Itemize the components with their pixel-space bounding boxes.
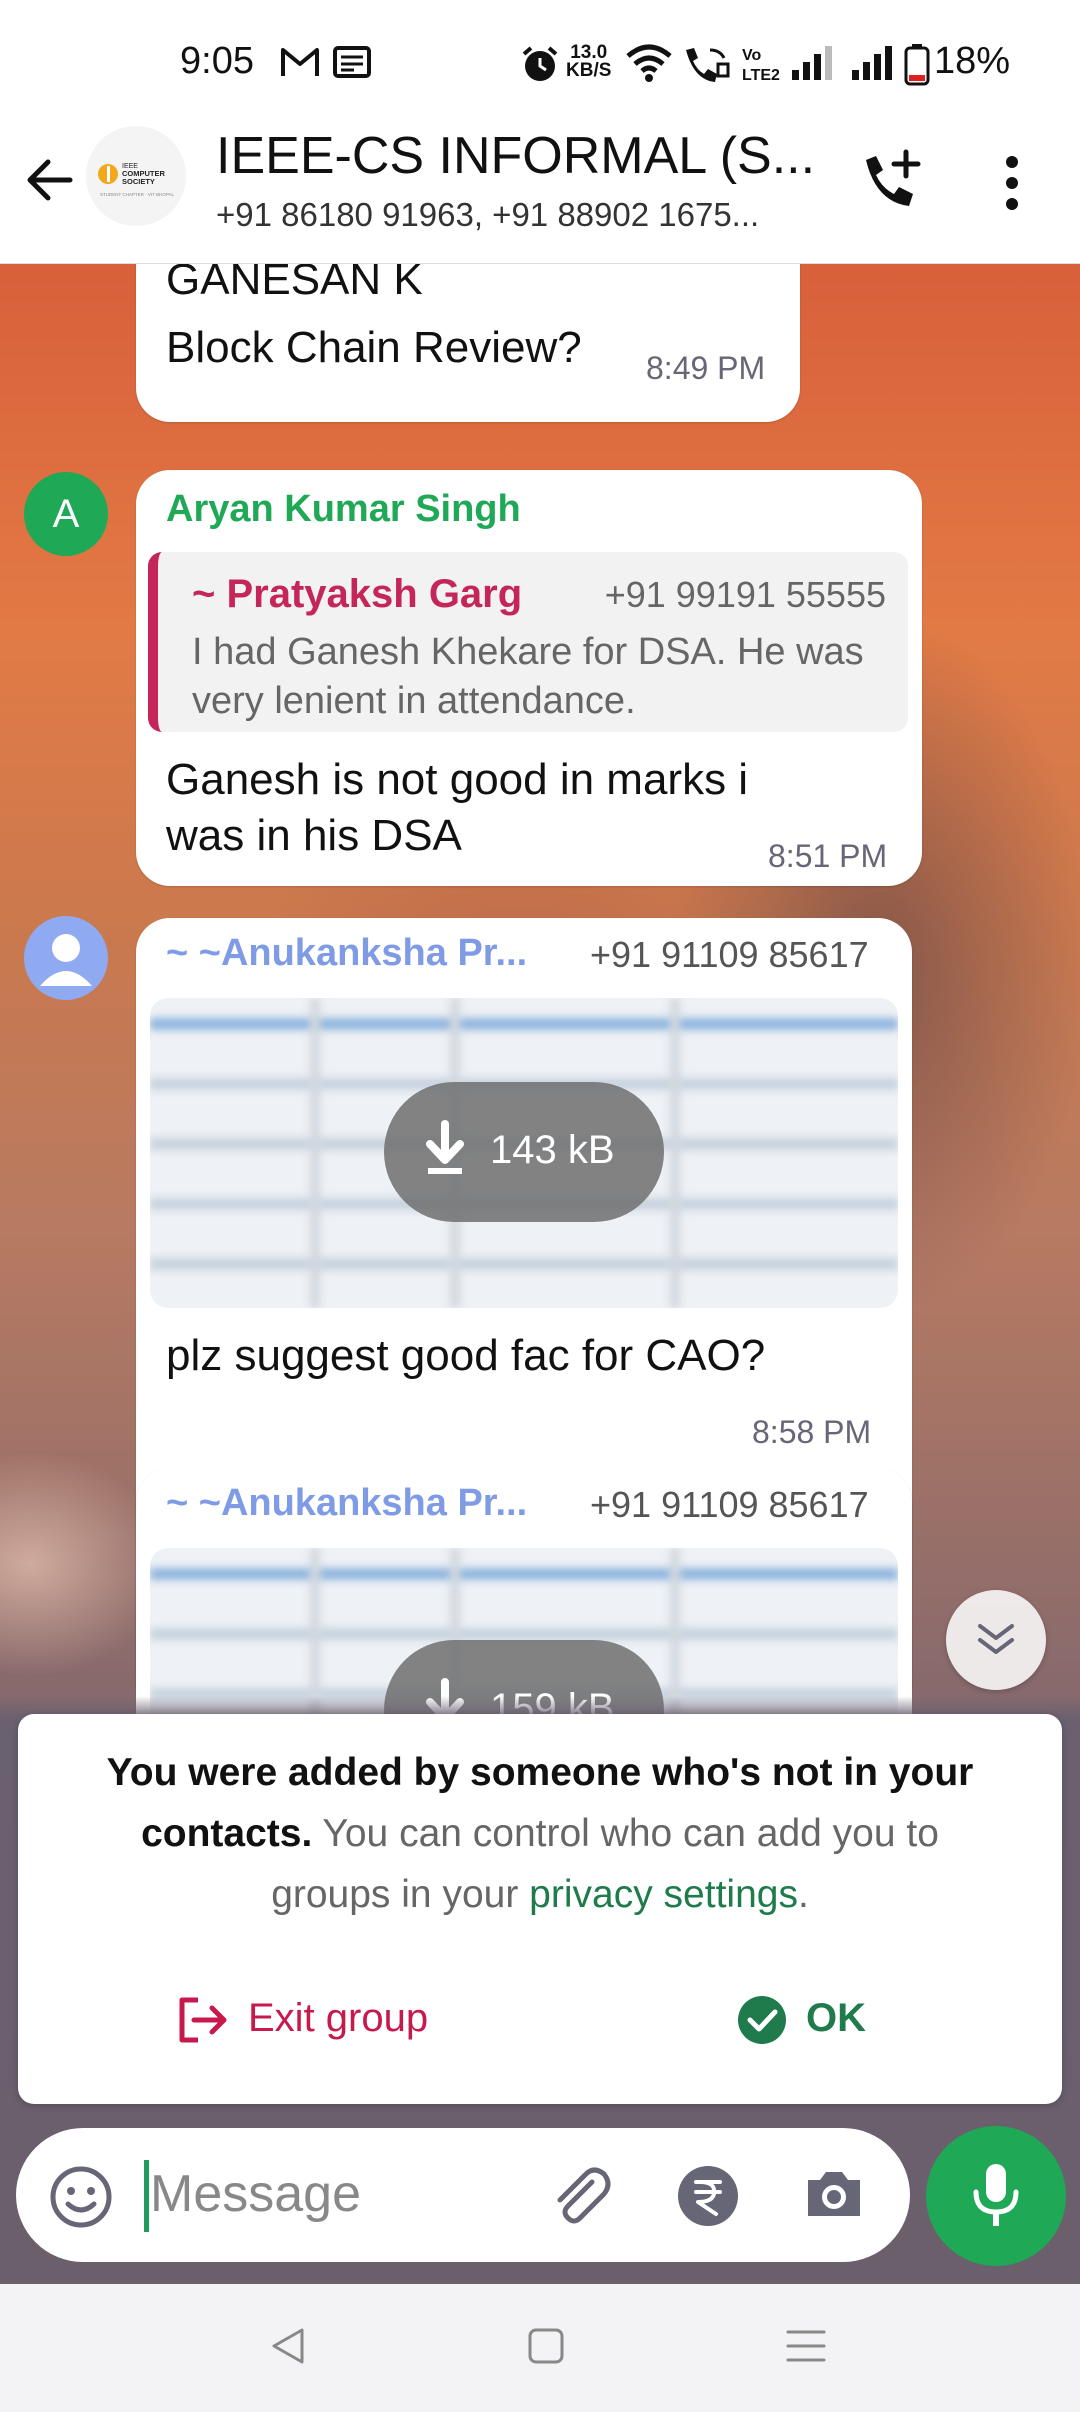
- message-time: 8:49 PM: [646, 350, 766, 386]
- privacy-settings-link[interactable]: privacy settings: [529, 1873, 798, 1916]
- image-attachment[interactable]: 143 kB: [150, 998, 898, 1308]
- svg-text:SOCIETY: SOCIETY: [122, 177, 155, 186]
- message-text-line-2: was in his DSA: [166, 811, 462, 860]
- message-time: 8:51 PM: [768, 838, 888, 874]
- ok-label: OK: [806, 1996, 866, 2040]
- quoted-sender: ~ Pratyaksh Garg: [192, 572, 523, 616]
- scroll-to-bottom-button[interactable]: [946, 1590, 1046, 1690]
- svg-text:STUDENT CHAPTER · VIT BHOPAL: STUDENT CHAPTER · VIT BHOPAL: [100, 192, 175, 197]
- quoted-message[interactable]: ~ Pratyaksh Garg +91 99191 55555 I had G…: [148, 552, 908, 732]
- net-speed: 13.0 KB/S: [566, 42, 612, 81]
- message-bubble[interactable]: GANESAN K Block Chain Review? 8:49 PM: [136, 264, 800, 422]
- system-navigation-bar: [0, 2284, 1080, 2412]
- message-text-line-1: Ganesh is not good in marks i: [166, 755, 749, 804]
- quoted-phone: +91 99191 55555: [604, 574, 886, 615]
- double-chevron-down-icon: [978, 1624, 1014, 1654]
- attach-icon[interactable]: [544, 2160, 614, 2230]
- camera-icon[interactable]: [802, 2164, 866, 2224]
- status-time: 9:05: [180, 40, 254, 82]
- sender-phone: +91 91109 85617: [590, 934, 869, 975]
- back-arrow-icon[interactable]: [20, 150, 80, 210]
- added-by-unknown-banner: You were added by someone who's not in y…: [18, 1714, 1062, 2104]
- group-title[interactable]: IEEE-CS INFORMAL (S...: [216, 126, 815, 186]
- group-members[interactable]: +91 86180 91963, +91 88902 1675...: [216, 196, 759, 234]
- svg-text:Vo: Vo: [742, 47, 761, 64]
- alarm-icon: [522, 46, 558, 81]
- microphone-icon: [973, 2164, 1019, 2226]
- sender-name[interactable]: ~ ~Anukanksha Pr...: [166, 932, 527, 975]
- exit-group-label: Exit group: [248, 1996, 429, 2040]
- check-circle-icon: [738, 1996, 786, 2044]
- avatar[interactable]: [24, 916, 108, 1000]
- sender-name[interactable]: Aryan Kumar Singh: [166, 488, 521, 531]
- nav-back-icon[interactable]: [266, 2324, 310, 2368]
- news-icon: [333, 46, 371, 78]
- default-avatar-icon: [40, 934, 92, 986]
- voice-message-button[interactable]: [926, 2126, 1066, 2266]
- nav-recents-icon[interactable]: [784, 2324, 828, 2368]
- partial-sender-line: GANESAN K: [166, 264, 423, 304]
- banner-text: You were added by someone who's not in y…: [106, 1751, 974, 1916]
- payment-icon[interactable]: [676, 2164, 740, 2228]
- download-icon: [426, 1120, 464, 1174]
- gmail-icon: [281, 48, 319, 76]
- message-time: 8:58 PM: [752, 1414, 872, 1450]
- exit-icon: [179, 1997, 227, 2043]
- svg-text:LTE2: LTE2: [742, 67, 780, 84]
- message-bubble[interactable]: Aryan Kumar Singh ~ Pratyaksh Garg +91 9…: [136, 470, 922, 886]
- emoji-icon[interactable]: [48, 2164, 114, 2230]
- status-bar: 9:05 13.0 KB/S Vo LTE2 18%: [0, 0, 1080, 126]
- message-composer[interactable]: Message: [16, 2128, 910, 2262]
- nav-home-icon[interactable]: [524, 2324, 568, 2368]
- text-cursor: [144, 2160, 149, 2232]
- group-avatar[interactable]: IEEE COMPUTER SOCIETY STUDENT CHAPTER · …: [86, 126, 186, 226]
- signal-icon: [852, 46, 892, 80]
- volte-icon: Vo LTE2: [742, 47, 780, 84]
- more-options-icon[interactable]: [992, 148, 1032, 218]
- attachment-size: 143 kB: [490, 1128, 615, 1172]
- avatar[interactable]: A: [24, 472, 108, 556]
- message-input[interactable]: Message: [150, 2164, 361, 2224]
- add-call-icon[interactable]: [856, 146, 926, 216]
- sender-name[interactable]: ~ ~Anukanksha Pr...: [166, 1482, 527, 1525]
- wifi-calling-icon: [686, 48, 730, 82]
- battery-percent: 18%: [934, 40, 1011, 82]
- chat-header: IEEE COMPUTER SOCIETY STUDENT CHAPTER · …: [0, 126, 1080, 264]
- quoted-text: I had Ganesh Khekare for DSA. He was ver…: [192, 631, 864, 722]
- wifi-icon: [626, 44, 672, 82]
- message-text: plz suggest good fac for CAO?: [166, 1331, 766, 1380]
- download-button[interactable]: 143 kB: [384, 1082, 664, 1222]
- sender-phone: +91 91109 85617: [590, 1484, 869, 1525]
- ieee-cs-logo-icon: IEEE COMPUTER SOCIETY STUDENT CHAPTER · …: [86, 126, 186, 226]
- message-text: Block Chain Review?: [166, 323, 582, 372]
- signal-icon: [792, 46, 832, 80]
- battery-icon: [904, 44, 930, 86]
